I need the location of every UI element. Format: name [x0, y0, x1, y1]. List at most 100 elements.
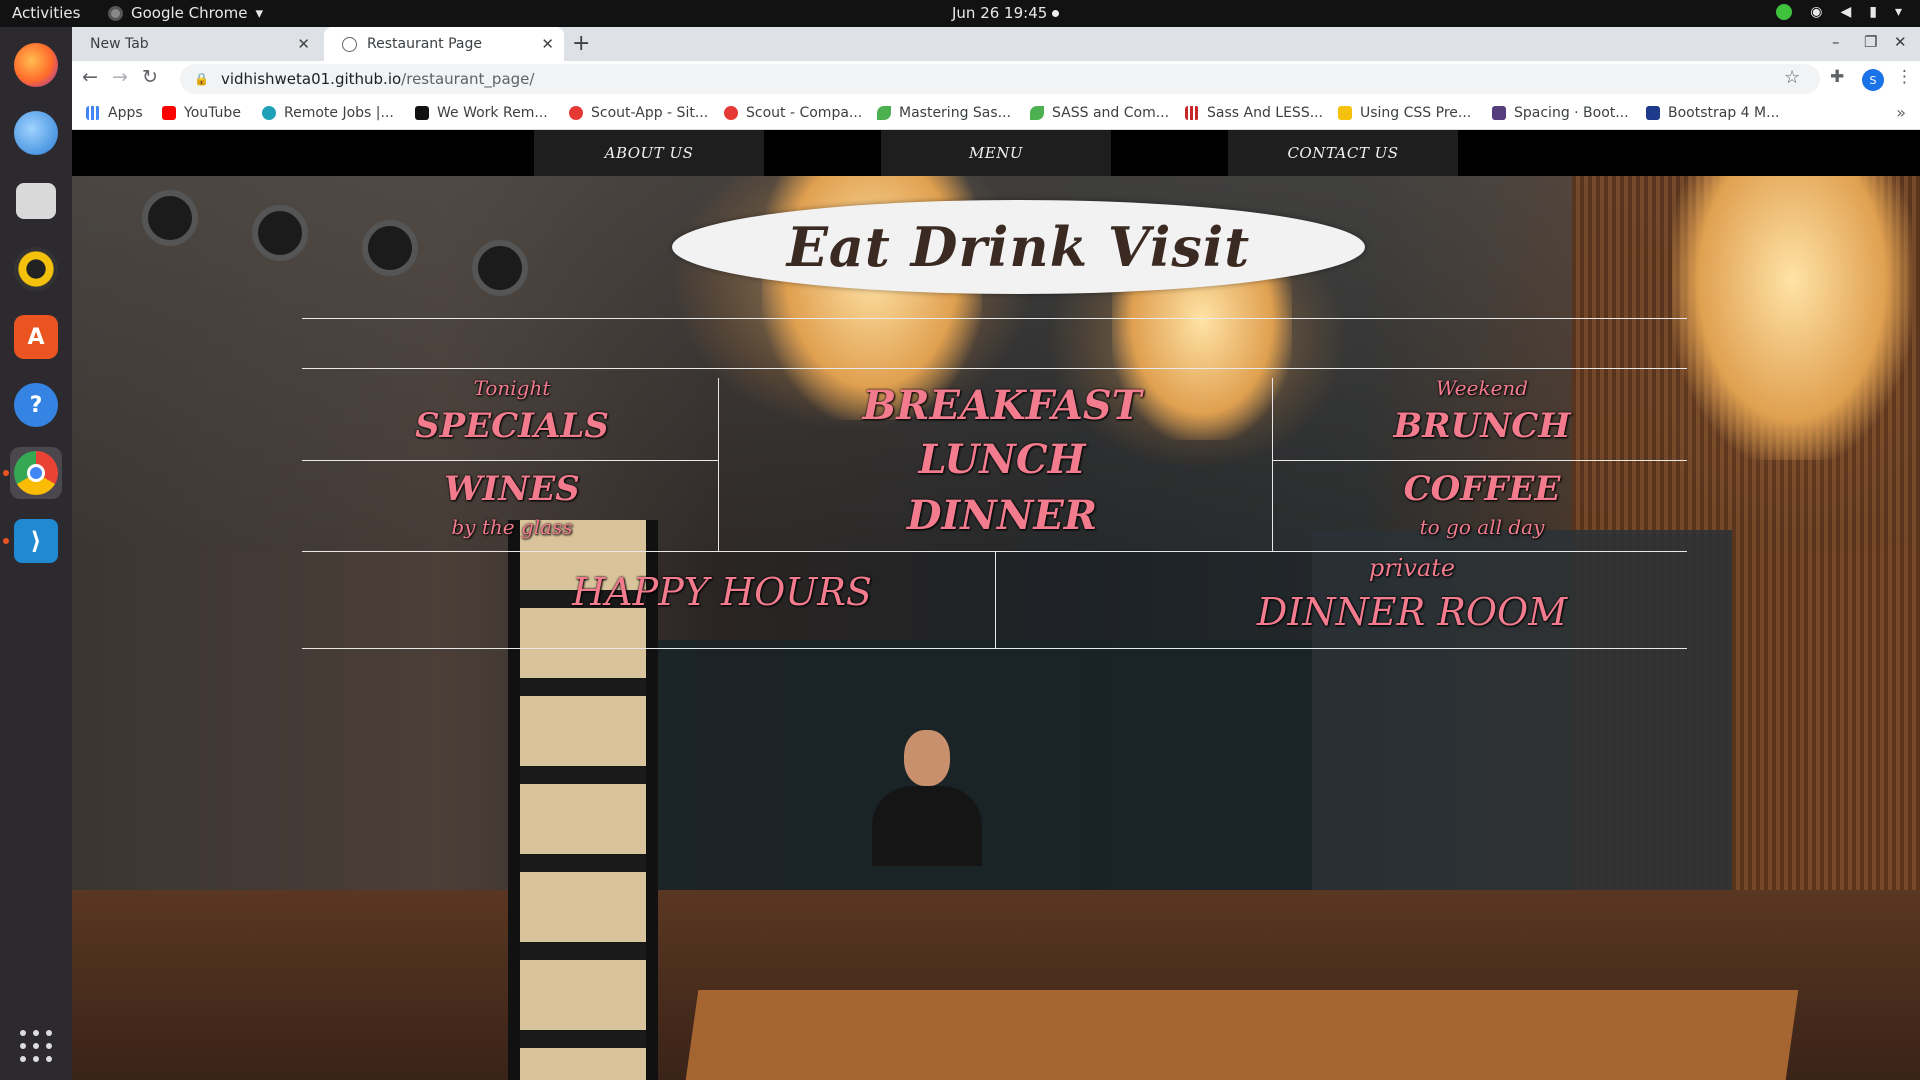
tab-strip: New Tab ✕ Restaurant Page ✕ + – ❐ ✕: [72, 27, 1920, 61]
lock-icon[interactable]: 🔒: [194, 72, 209, 86]
back-arrow-icon[interactable]: ←: [82, 66, 98, 88]
bookmark-apps[interactable]: Apps: [86, 105, 143, 121]
close-icon[interactable]: ✕: [297, 35, 310, 53]
chrome-icon: [14, 451, 58, 495]
dock: A ? ⟩: [0, 27, 72, 1080]
restore-icon[interactable]: ❐: [1864, 33, 1877, 51]
scout-icon: [724, 106, 738, 120]
app-menu[interactable]: Google Chrome ▾: [108, 4, 263, 22]
wines-subtitle: by the glass: [451, 515, 573, 539]
bookmark-label: Sass And LESS...: [1207, 105, 1324, 121]
dock-firefox[interactable]: [10, 39, 62, 91]
security-shield-icon[interactable]: [1776, 4, 1793, 20]
trophy-icon: [1338, 106, 1352, 120]
nav-menu[interactable]: MENU: [881, 130, 1111, 176]
chevron-down-icon: ▾: [1894, 4, 1902, 20]
rhythmbox-icon: [14, 247, 58, 291]
page-viewport: ABOUT US MENU CONTACT US Eat Drink Visit…: [72, 130, 1920, 1080]
reload-icon[interactable]: ↻: [142, 66, 158, 88]
dock-rhythmbox[interactable]: [10, 243, 62, 295]
tab-new-tab[interactable]: New Tab ✕: [72, 27, 320, 61]
tab-title: Restaurant Page: [367, 36, 482, 52]
brunch-subtitle: Weekend: [1435, 376, 1529, 400]
forward-arrow-icon[interactable]: →: [112, 66, 128, 88]
dinner-link[interactable]: DINNER: [852, 492, 1152, 539]
bookmark-youtube[interactable]: YouTube: [162, 105, 241, 121]
background-table: [685, 990, 1799, 1080]
remote-jobs-icon: [262, 106, 276, 120]
url-host: vidhishweta01.github.io: [220, 70, 402, 88]
bookmark-we-work-remotely[interactable]: We Work Rem...: [415, 105, 548, 121]
new-tab-icon[interactable]: +: [572, 31, 590, 56]
lunch-link[interactable]: LUNCH: [852, 436, 1152, 483]
bookmarks-bar: Apps YouTube Remote Jobs |... We Work Re…: [72, 97, 1920, 130]
files-icon: [16, 183, 56, 219]
extensions-puzzle-icon[interactable]: ✚: [1830, 67, 1844, 87]
bookmark-scout-app[interactable]: Scout-App - Sit...: [569, 105, 708, 121]
bookmark-spacing-bootstrap[interactable]: Spacing · Boot...: [1492, 105, 1629, 121]
coffee-link[interactable]: COFFEE: [1342, 469, 1622, 509]
bookmark-sass-and-com[interactable]: SASS and Com...: [1030, 105, 1169, 121]
breakfast-link[interactable]: BREAKFAST: [852, 382, 1152, 429]
vscode-icon: ⟩: [14, 519, 58, 563]
specials-link[interactable]: SPECIALS: [372, 406, 652, 446]
clock[interactable]: Jun 26 19:45: [952, 4, 1047, 22]
profile-avatar[interactable]: S: [1862, 69, 1884, 91]
chevron-down-icon: ▾: [255, 4, 264, 22]
bookmark-sass-and-less[interactable]: Sass And LESS...: [1185, 105, 1323, 121]
bookmark-label: SASS and Com...: [1052, 105, 1170, 121]
dock-chrome[interactable]: [10, 447, 62, 499]
bookmark-label: Bootstrap 4 M...: [1668, 105, 1780, 121]
bookmark-label: Scout - Compa...: [746, 105, 863, 121]
more-menu-icon[interactable]: ⋮: [1896, 67, 1913, 87]
bookmark-label: Scout-App - Sit...: [591, 105, 709, 121]
show-applications-icon[interactable]: [20, 1030, 52, 1062]
system-tray[interactable]: ◉ ◀ ▮ ▾: [1776, 4, 1902, 20]
close-window-icon[interactable]: ✕: [1894, 33, 1907, 51]
bookmark-star-icon[interactable]: ☆: [1784, 67, 1800, 88]
system-top-bar: Activities Google Chrome ▾ Jun 26 19:45 …: [0, 0, 1920, 27]
dinner-room-link[interactable]: DINNER ROOM: [1212, 590, 1612, 634]
dock-files[interactable]: [10, 175, 62, 227]
brunch-link[interactable]: BRUNCH: [1342, 406, 1622, 446]
dock-software[interactable]: A: [10, 311, 62, 363]
bookmark-remote-jobs[interactable]: Remote Jobs |...: [262, 105, 394, 121]
dock-help[interactable]: ?: [10, 379, 62, 431]
close-icon[interactable]: ✕: [541, 35, 554, 53]
leaf-icon: [1030, 106, 1044, 120]
wines-link[interactable]: WINES: [372, 469, 652, 509]
coffee-subtitle: to go all day: [1419, 515, 1545, 539]
we-work-remotely-icon: [415, 106, 429, 120]
activities-button[interactable]: Activities: [12, 4, 80, 22]
bookmark-label: Spacing · Boot...: [1514, 105, 1629, 121]
help-icon: ?: [14, 383, 58, 427]
apps-grid-icon: [86, 106, 100, 120]
tab-restaurant-page[interactable]: Restaurant Page ✕: [324, 27, 564, 61]
bookmark-bootstrap-4[interactable]: Bootstrap 4 M...: [1646, 105, 1779, 121]
running-indicator: [3, 470, 9, 476]
scout-icon: [569, 106, 583, 120]
ceiling-vent: [472, 240, 528, 296]
globe-icon: [342, 36, 357, 52]
bookmark-using-css-pre[interactable]: Using CSS Pre...: [1338, 105, 1471, 121]
bookmark-scout-company[interactable]: Scout - Compa...: [724, 105, 862, 121]
dock-vscode[interactable]: ⟩: [10, 515, 62, 567]
happy-hours-link[interactable]: HAPPY HOURS: [522, 570, 922, 614]
running-indicator: [3, 538, 9, 544]
minimize-icon[interactable]: –: [1832, 33, 1840, 51]
wifi-icon: ◉: [1810, 4, 1823, 20]
specials-subtitle: Tonight: [473, 376, 551, 400]
bookmark-label: Using CSS Pre...: [1360, 105, 1472, 121]
address-bar[interactable]: 🔒 vidhishweta01.github.io/restaurant_pag…: [180, 64, 1820, 94]
divider-line: [302, 460, 718, 461]
dock-thunderbird[interactable]: [10, 107, 62, 159]
ceiling-vent: [142, 190, 198, 246]
nav-about-us[interactable]: ABOUT US: [534, 130, 764, 176]
nav-contact-us[interactable]: CONTACT US: [1228, 130, 1458, 176]
browser-window: New Tab ✕ Restaurant Page ✕ + – ❐ ✕ ← → …: [72, 27, 1920, 130]
chevron-double-right-icon[interactable]: »: [1896, 103, 1906, 122]
battery-icon: ▮: [1869, 4, 1877, 20]
divider-line: [302, 368, 1687, 369]
bookmark-mastering-sass[interactable]: Mastering Sas...: [877, 105, 1011, 121]
site-nav: ABOUT US MENU CONTACT US: [72, 130, 1920, 176]
